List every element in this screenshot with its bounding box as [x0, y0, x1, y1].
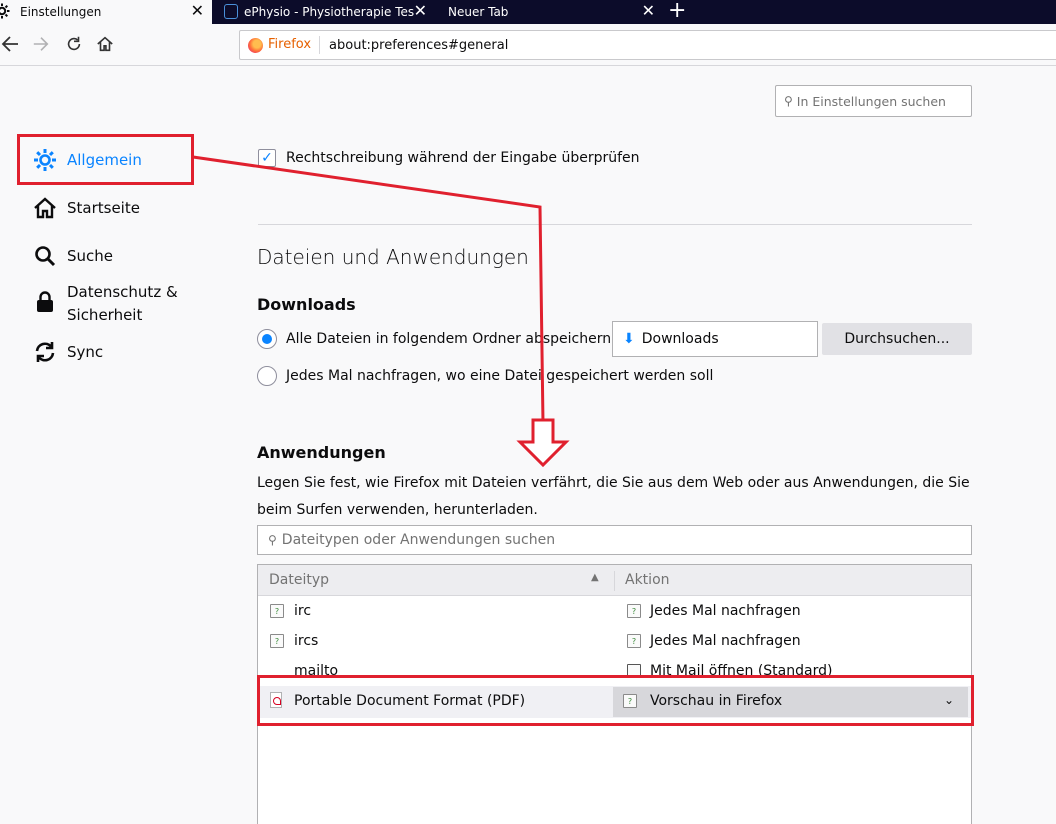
annotation-box-allgemein [17, 134, 194, 185]
ask-label: Jedes Mal nachfragen, wo eine Datei gesp… [286, 368, 714, 384]
sort-ascending-icon: ▲ [591, 572, 599, 583]
ask-radio-row[interactable]: Jedes Mal nachfragen, wo eine Datei gesp… [257, 366, 713, 386]
spellcheck-label: Rechtschreibung während der Eingabe über… [286, 150, 640, 166]
downloads-heading: Downloads [257, 295, 356, 314]
tab-label: Einstellungen [20, 5, 102, 19]
spellcheck-checkbox-row[interactable]: ✓ Rechtschreibung während der Eingabe üb… [258, 149, 640, 167]
table-row[interactable]: ? irc ? Jedes Mal nachfragen [258, 597, 971, 627]
close-icon[interactable]: ✕ [642, 3, 655, 19]
firefox-logo-icon [248, 37, 263, 53]
close-icon[interactable]: ✕ [414, 3, 427, 19]
column-header-aktion[interactable]: Aktion [625, 572, 670, 588]
sidebar-item-label: Sync [67, 343, 104, 361]
row-type: ircs [294, 633, 319, 649]
tab-neuer-tab[interactable]: Neuer Tab ✕ [436, 0, 663, 24]
applications-description: Legen Sie fest, wie Firefox mit Dateien … [257, 475, 970, 518]
protocol-icon: ? [270, 604, 284, 618]
search-icon: ⚲ [784, 94, 793, 108]
save-all-radio[interactable] [257, 329, 277, 349]
new-tab-plus-icon[interactable]: + [668, 0, 686, 23]
section-divider [258, 224, 972, 225]
gear-icon [0, 3, 10, 19]
row-action[interactable]: Jedes Mal nachfragen [650, 603, 801, 619]
download-arrow-icon: ⬇ [623, 331, 635, 347]
row-type: irc [294, 603, 312, 619]
url-text[interactable]: about:preferences#general [329, 38, 508, 53]
sidebar-item-suche[interactable]: Suche [33, 244, 113, 268]
search-icon: ⚲ [268, 533, 277, 547]
filetype-search-placeholder: Dateitypen oder Anwendungen suchen [281, 532, 556, 548]
sidebar-item-datenschutz[interactable]: Datenschutz & Sicherheit [33, 281, 178, 327]
download-folder-field[interactable]: ⬇ Downloads [612, 321, 818, 357]
sidebar-item-label: Startseite [67, 199, 140, 217]
ask-icon: ? [627, 604, 641, 618]
folder-name: Downloads [641, 331, 719, 347]
sidebar-item-label: Datenschutz & [67, 283, 178, 301]
ask-radio[interactable] [257, 366, 277, 386]
sidebar-item-label-line2: Sicherheit [67, 306, 143, 324]
navigation-toolbar: Firefox about:preferences#general [0, 24, 1056, 66]
forward-arrow-icon[interactable] [32, 35, 50, 53]
sync-icon [33, 340, 57, 364]
identity-label: Firefox [268, 36, 321, 54]
tab-label: ePhysio - Physiotherapie Testac [244, 5, 414, 19]
url-bar[interactable]: Firefox about:preferences#general [239, 30, 1056, 60]
tab-einstellungen[interactable]: Einstellungen ✕ [0, 0, 212, 24]
filetype-search-input[interactable]: ⚲ Dateitypen oder Anwendungen suchen [257, 525, 972, 555]
sidebar-item-label: Suche [67, 247, 114, 265]
table-row[interactable]: ? ircs ? Jedes Mal nachfragen [258, 627, 971, 657]
save-all-label: Alle Dateien in folgendem Ordner abspeic… [286, 331, 616, 347]
annotation-box-pdf-row [257, 675, 974, 726]
sidebar-item-startseite[interactable]: Startseite [33, 196, 140, 220]
tab-ephysio[interactable]: ePhysio - Physiotherapie Testac ✕ [212, 0, 435, 24]
back-arrow-icon[interactable] [0, 34, 20, 54]
tab-strip: Einstellungen ✕ ePhysio - Physiotherapie… [0, 0, 1056, 24]
lock-icon [33, 290, 57, 314]
home-icon [33, 196, 57, 220]
reload-icon[interactable] [65, 35, 83, 53]
applications-heading: Anwendungen [257, 443, 386, 462]
preferences-search-input[interactable]: ⚲ In Einstellungen suchen [775, 85, 972, 117]
save-all-radio-row[interactable]: Alle Dateien in folgendem Ordner abspeic… [257, 329, 616, 349]
spellcheck-checkbox[interactable]: ✓ [258, 149, 276, 167]
search-icon [33, 244, 57, 268]
column-header-dateityp[interactable]: Dateityp [269, 572, 329, 588]
browse-button[interactable]: Durchsuchen... [822, 323, 972, 355]
close-icon[interactable]: ✕ [191, 3, 204, 19]
sidebar-item-sync[interactable]: Sync [33, 340, 103, 364]
home-icon[interactable] [96, 35, 114, 53]
table-header: Dateityp ▲ Aktion [258, 565, 971, 596]
search-placeholder: In Einstellungen suchen [796, 93, 946, 109]
section-heading-files: Dateien und Anwendungen [257, 245, 529, 269]
protocol-icon: ? [270, 634, 284, 648]
tab-label: Neuer Tab [448, 5, 509, 19]
ask-icon: ? [627, 634, 641, 648]
row-action[interactable]: Jedes Mal nachfragen [650, 633, 801, 649]
